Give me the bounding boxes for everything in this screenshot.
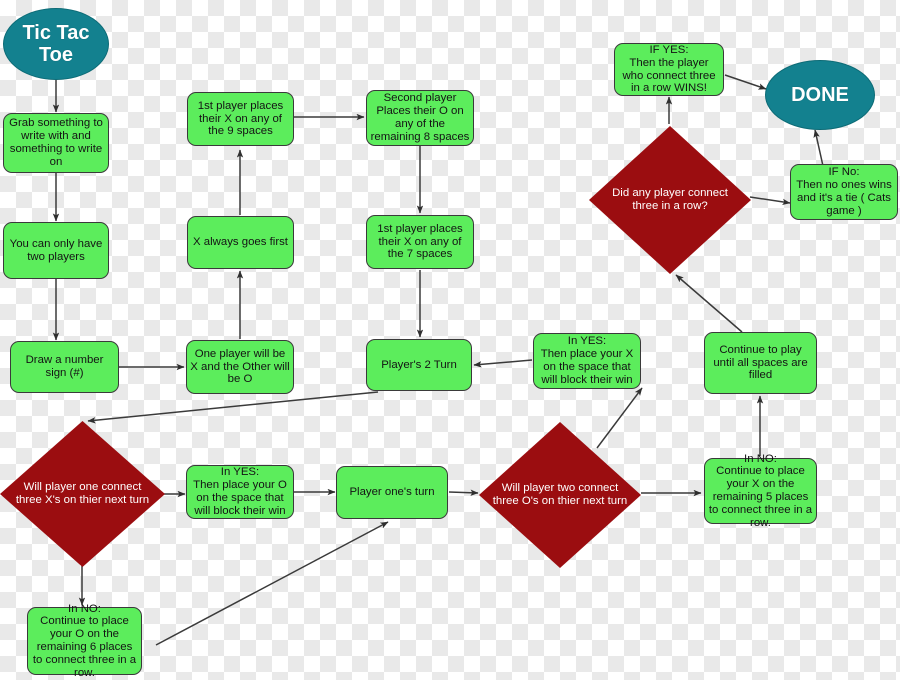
edge-p2turn-d_p1 xyxy=(87,391,379,424)
node-continue-until-filled-label: Continue to play until all spaces are fi… xyxy=(713,343,808,382)
edge-ifyes_wins-done xyxy=(724,74,767,90)
node-continue-until-filled[interactable]: Continue to play until all spaces are fi… xyxy=(704,332,817,394)
node-grab-supplies[interactable]: Grab something to write with and somethi… xyxy=(3,113,109,173)
node-x-goes-first-label: X always goes first xyxy=(193,236,288,249)
node-x-goes-first[interactable]: X always goes first xyxy=(187,216,294,269)
node-decision-player-two-connect-label: Will player two connect three O's on thi… xyxy=(492,482,628,507)
node-player-one-turn-label: Player one's turn xyxy=(349,486,435,499)
node-done-label: DONE xyxy=(791,83,849,106)
node-yes-block-o-label: In YES: Then place your O on the space t… xyxy=(193,466,287,517)
node-decision-player-one-connect-label: Will player one connect three X's on thi… xyxy=(15,481,150,506)
node-second-player-8-spaces[interactable]: Second player Places their O on any of t… xyxy=(366,90,474,146)
node-if-no-tie[interactable]: IF No: Then no ones wins and it's a tie … xyxy=(790,164,898,220)
node-first-player-9-spaces[interactable]: 1st player places their X on any of the … xyxy=(187,92,294,146)
node-no-place-x-5[interactable]: In NO: Continue to place your X on the r… xyxy=(704,453,817,529)
node-player-2-turn[interactable]: Player's 2 Turn xyxy=(366,339,472,391)
flowchart-canvas: Tic Tac Toe Grab something to write with… xyxy=(0,0,900,680)
node-yes-block-x-label: In YES: Then place your X on the space t… xyxy=(540,335,634,386)
node-draw-number-sign[interactable]: Draw a number sign (#) xyxy=(10,341,119,393)
node-no-place-o-6[interactable]: In NO: Continue to place your O on the r… xyxy=(27,603,142,679)
node-assign-x-o[interactable]: One player will be X and the Other will … xyxy=(186,340,294,394)
edge-d_connect-ifno_tie xyxy=(749,196,791,206)
node-first-player-7-spaces[interactable]: 1st player places their X on any of the … xyxy=(366,215,474,269)
node-first-player-7-spaces-label: 1st player places their X on any of the … xyxy=(377,222,463,261)
edge-yesblockx-p2turn xyxy=(473,359,533,368)
edge-p1turn-d_p2 xyxy=(448,489,479,496)
node-two-players-label: You can only have two players xyxy=(9,237,103,263)
edge-ifno_tie-done xyxy=(813,129,824,167)
node-start-label: Tic Tac Toe xyxy=(22,21,90,66)
node-start[interactable]: Tic Tac Toe xyxy=(3,8,109,80)
node-decision-player-two-connect[interactable]: Will player two connect three O's on thi… xyxy=(479,422,641,568)
node-two-players[interactable]: You can only have two players xyxy=(3,222,109,279)
node-done[interactable]: DONE xyxy=(765,60,875,130)
node-decision-any-connect-three-label: Did any player connect three in a row? xyxy=(612,187,728,212)
node-yes-block-x[interactable]: In YES: Then place your X on the space t… xyxy=(533,333,641,389)
node-if-yes-wins-label: IF YES: Then the player who connect thre… xyxy=(622,43,716,95)
node-second-player-8-spaces-label: Second player Places their O on any of t… xyxy=(370,92,470,143)
node-if-no-tie-label: IF No: Then no ones wins and it's a tie … xyxy=(796,166,892,217)
node-decision-any-connect-three[interactable]: Did any player connect three in a row? xyxy=(589,126,751,274)
node-player-one-turn[interactable]: Player one's turn xyxy=(336,466,448,519)
node-first-player-9-spaces-label: 1st player places their X on any of the … xyxy=(197,99,284,138)
node-decision-player-one-connect[interactable]: Will player one connect three X's on thi… xyxy=(0,421,165,567)
node-yes-block-o[interactable]: In YES: Then place your O on the space t… xyxy=(186,465,294,519)
node-no-place-x-5-label: In NO: Continue to place your X on the r… xyxy=(708,452,813,529)
edge-continuefill-d_connect xyxy=(675,274,743,333)
node-no-place-o-6-label: In NO: Continue to place your O on the r… xyxy=(32,602,137,679)
edge-no_o6-p1turn xyxy=(155,521,389,646)
node-player-2-turn-label: Player's 2 Turn xyxy=(381,358,457,371)
node-assign-x-o-label: One player will be X and the Other will … xyxy=(190,347,290,386)
node-draw-number-sign-label: Draw a number sign (#) xyxy=(25,354,104,379)
node-grab-supplies-label: Grab something to write with and somethi… xyxy=(9,117,103,168)
node-if-yes-wins[interactable]: IF YES: Then the player who connect thre… xyxy=(614,43,724,96)
